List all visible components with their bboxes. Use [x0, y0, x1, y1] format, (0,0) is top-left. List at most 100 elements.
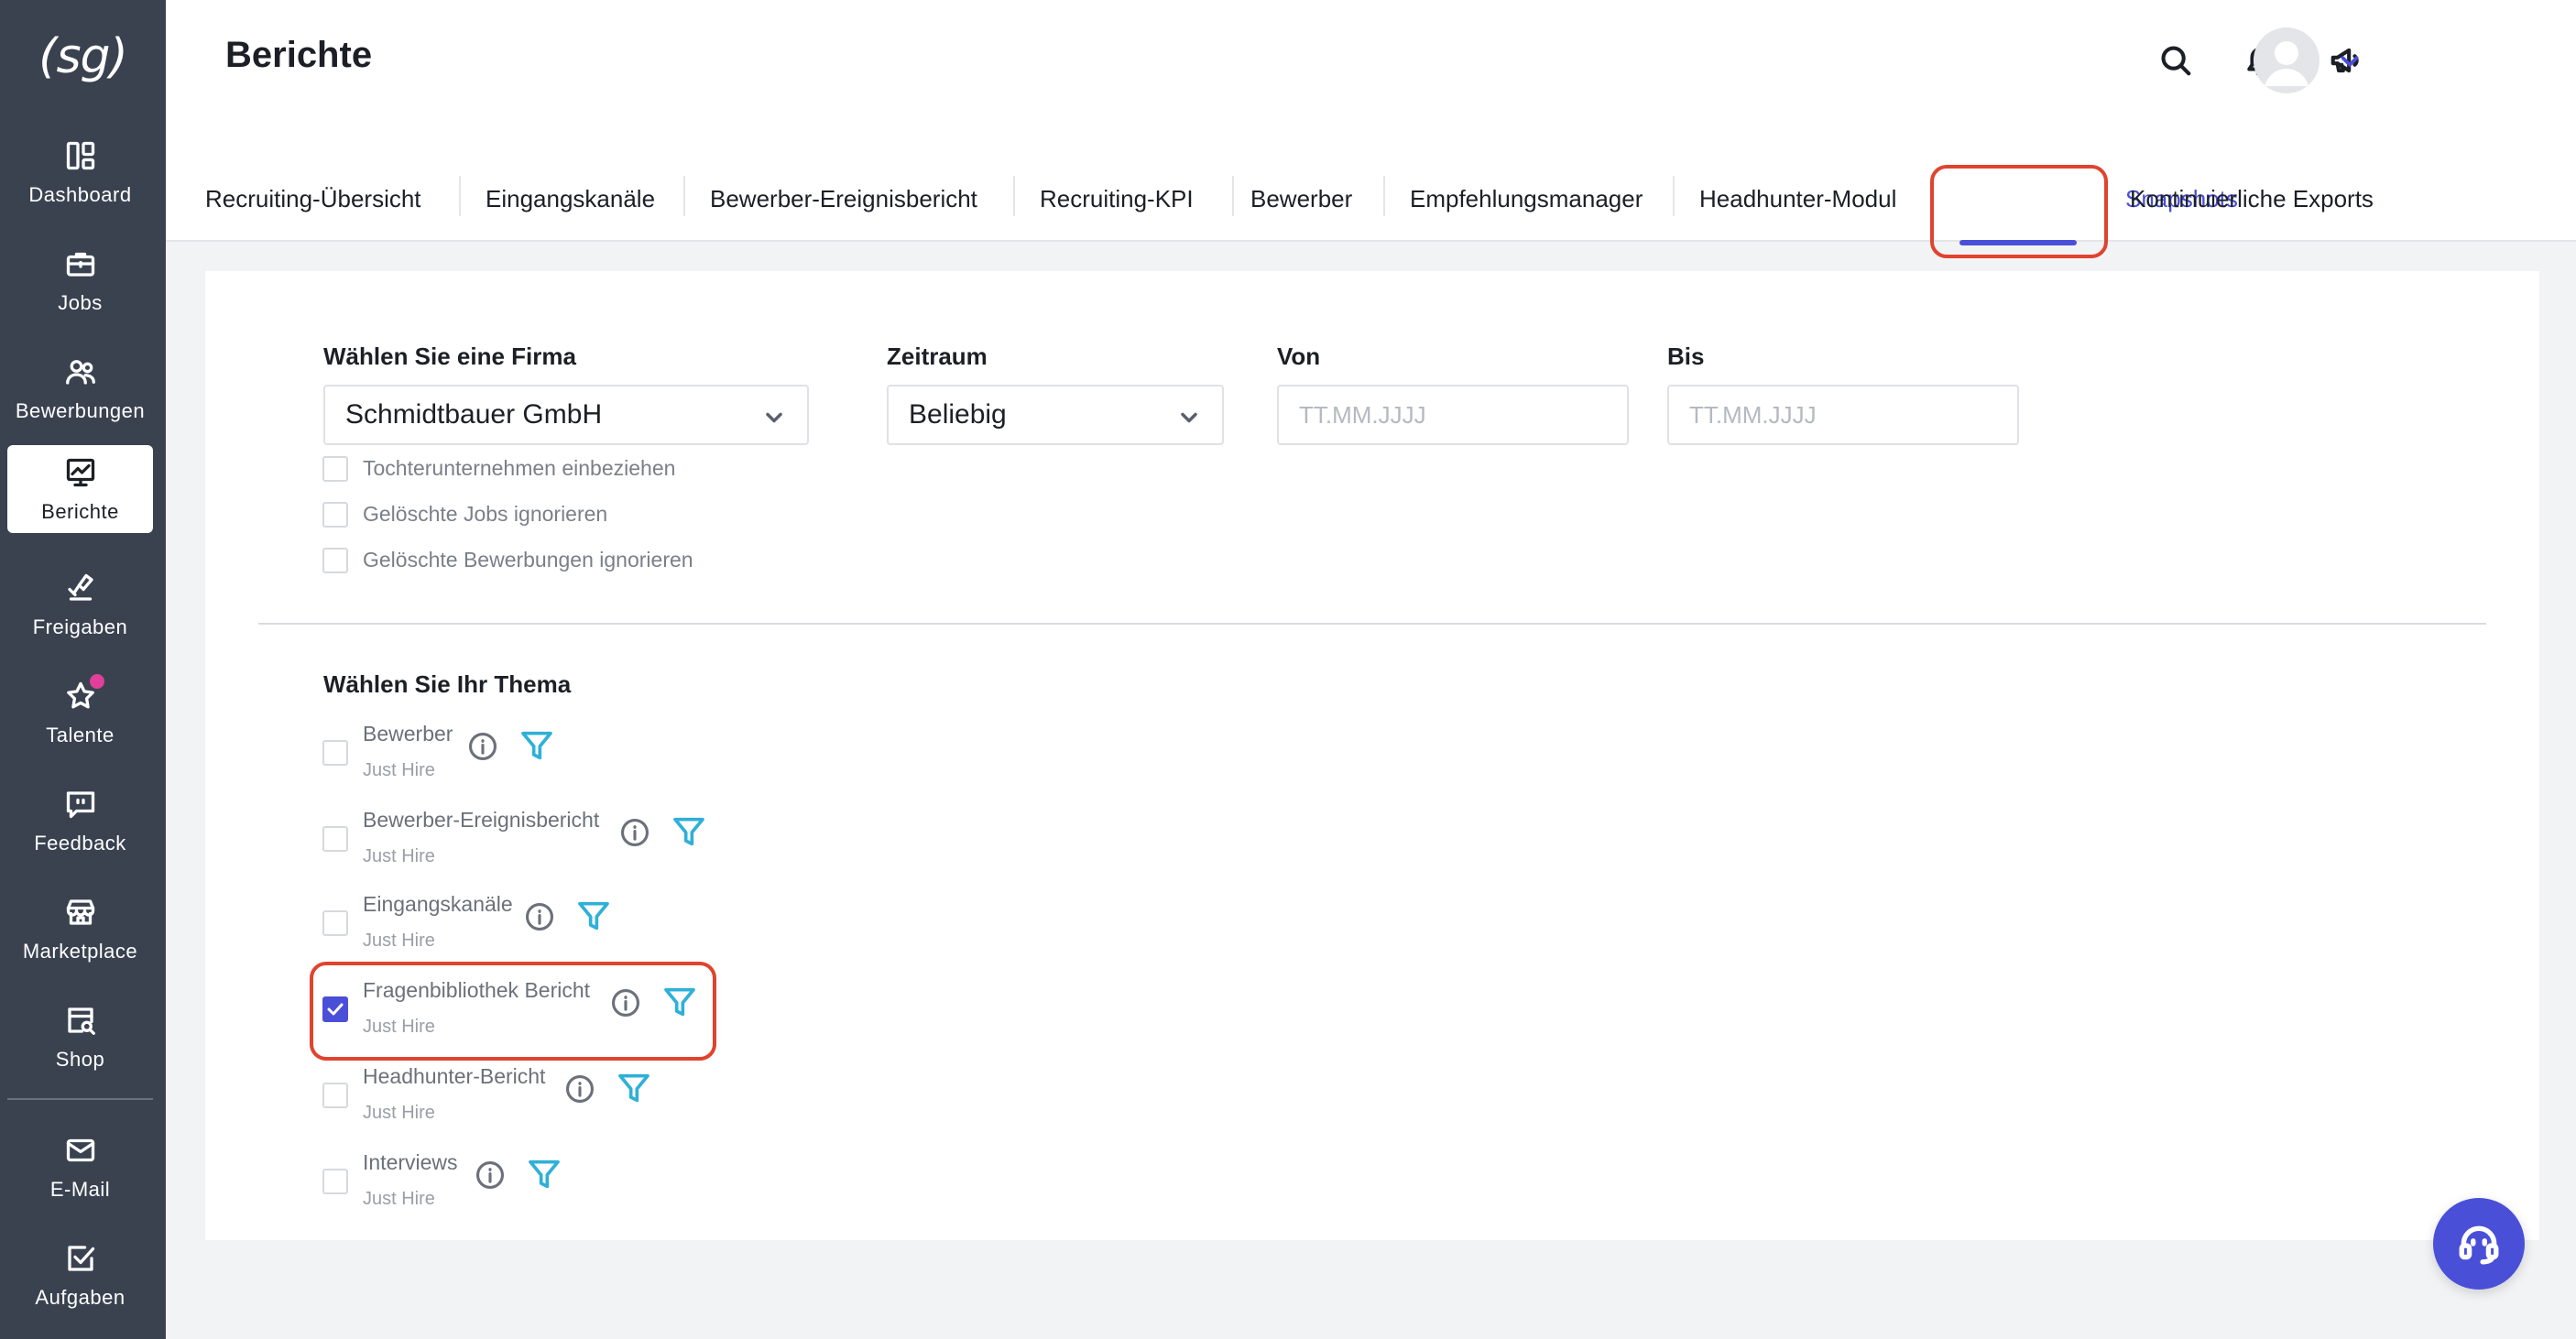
topic-checkbox-eingangskanaele[interactable]: [322, 910, 348, 936]
sidebar-item-email[interactable]: E-Mail: [7, 1123, 153, 1211]
topic-checkbox-bewerber-ereignisbericht[interactable]: [322, 826, 348, 852]
sidebar-item-bewerbungen[interactable]: Bewerbungen: [7, 344, 153, 432]
report-tabs: Recruiting-Übersicht Eingangskanäle Bewe…: [166, 126, 2576, 245]
topic-title: Bewerber-Ereignisbericht: [363, 808, 600, 832]
topic-subtitle: Just Hire: [363, 846, 435, 866]
include-subsidiaries-checkbox[interactable]: [322, 456, 348, 482]
topic-subtitle: Just Hire: [363, 1103, 435, 1123]
to-date-input[interactable]: [1667, 385, 2019, 445]
filter-icon[interactable]: [671, 813, 707, 850]
company-select-value: Schmidtbauer GmbH: [345, 399, 603, 430]
info-icon[interactable]: [610, 987, 641, 1018]
top-header: Berichte: [166, 0, 2576, 126]
sidebar-item-label: Jobs: [58, 291, 103, 314]
ignore-deleted-applications-checkbox[interactable]: [322, 548, 348, 573]
section-divider: [258, 623, 2486, 625]
star-icon: [62, 674, 104, 714]
chevron-down-icon[interactable]: [2336, 48, 2363, 75]
active-tab-indicator: [1959, 240, 2077, 245]
task-icon: [62, 1240, 99, 1277]
tab-separator: [1383, 176, 1385, 216]
sidebar-item-dashboard[interactable]: Dashboard: [7, 128, 153, 216]
mail-icon: [62, 1132, 99, 1169]
search-icon[interactable]: [2156, 40, 2196, 81]
tab-headhunter-modul[interactable]: Headhunter-Modul: [1699, 185, 1896, 225]
topic-checkbox-fragenbibliothek-bericht[interactable]: [322, 996, 348, 1022]
sidebar-item-label: Freigaben: [32, 615, 128, 638]
tab-separator: [459, 176, 461, 216]
shop-icon: [62, 1002, 99, 1039]
sidebar-item-label: Shop: [55, 1048, 105, 1071]
filter-icon[interactable]: [575, 898, 612, 934]
snapshot-panel: Wählen Sie eine Firma Schmidtbauer GmbH …: [205, 271, 2539, 1240]
logo[interactable]: (sg): [0, 20, 166, 93]
chevron-down-icon: [761, 405, 787, 430]
users-icon: [62, 354, 99, 390]
sidebar-item-label: Marketplace: [22, 940, 138, 963]
chevron-down-icon: [1176, 405, 1202, 430]
topic-subtitle: Just Hire: [363, 1189, 435, 1209]
tab-empfehlungsmanager[interactable]: Empfehlungsmanager: [1410, 185, 1643, 225]
check-icon: [327, 1003, 344, 1016]
ignore-deleted-applications-label: Gelöschte Bewerbungen ignorieren: [363, 548, 693, 572]
info-icon[interactable]: [619, 817, 650, 848]
topic-title: Eingangskanäle: [363, 892, 513, 916]
period-select[interactable]: Beliebig: [887, 385, 1224, 445]
filter-icon[interactable]: [616, 1070, 652, 1106]
sidebar-item-label: Feedback: [34, 832, 126, 855]
tab-separator: [1673, 176, 1675, 216]
tab-kontinuierliche-exports[interactable]: Kontinuierliche Exports: [2130, 185, 2374, 225]
sidebar-item-label: Dashboard: [28, 183, 132, 206]
sidebar-divider: [7, 1098, 153, 1100]
topic-subtitle: Just Hire: [363, 760, 435, 780]
support-chat-button[interactable]: [2433, 1198, 2525, 1290]
tab-recruiting-kpi[interactable]: Recruiting-KPI: [1040, 185, 1194, 225]
tab-bewerber-ereignisbericht[interactable]: Bewerber-Ereignisbericht: [710, 185, 977, 225]
info-icon[interactable]: [564, 1073, 595, 1105]
topic-title: Bewerber: [363, 722, 453, 746]
sidebar-item-freigaben[interactable]: Freigaben: [7, 561, 153, 648]
tab-eingangskanaele[interactable]: Eingangskanäle: [486, 185, 655, 225]
topic-checkbox-headhunter-bericht[interactable]: [322, 1083, 348, 1108]
topic-subtitle: Just Hire: [363, 1017, 435, 1037]
sidebar-item-label: Bewerbungen: [15, 399, 146, 422]
sidebar-item-feedback[interactable]: Feedback: [7, 777, 153, 865]
dashboard-icon: [62, 137, 99, 174]
topic-checkbox-bewerber[interactable]: [322, 740, 348, 766]
filter-icon[interactable]: [526, 1156, 562, 1192]
from-label: Von: [1277, 343, 1321, 370]
headset-icon: [2459, 1225, 2499, 1265]
sidebar-item-label: E-Mail: [49, 1178, 111, 1201]
company-label: Wählen Sie eine Firma: [323, 343, 576, 370]
filter-icon[interactable]: [518, 727, 555, 764]
period-label: Zeitraum: [887, 343, 988, 370]
info-icon[interactable]: [467, 731, 498, 762]
avatar[interactable]: [2254, 27, 2319, 93]
tab-bewerber[interactable]: Bewerber: [1250, 185, 1352, 225]
sidebar-item-shop[interactable]: Shop: [7, 993, 153, 1081]
briefcase-icon: [62, 245, 99, 282]
ignore-deleted-jobs-checkbox[interactable]: [322, 502, 348, 528]
info-icon[interactable]: [524, 901, 555, 932]
topic-subtitle: Just Hire: [363, 931, 435, 951]
sidebar-item-marketplace[interactable]: Marketplace: [7, 885, 153, 973]
company-select[interactable]: Schmidtbauer GmbH: [323, 385, 809, 445]
approval-icon: [62, 570, 99, 606]
sidebar-item-berichte[interactable]: Berichte: [7, 445, 153, 533]
sidebar-item-talente[interactable]: Talente: [7, 669, 153, 757]
sidebar-item-label: Berichte: [41, 500, 119, 523]
chart-icon: [62, 454, 99, 491]
topic-checkbox-interviews[interactable]: [322, 1169, 348, 1194]
tab-recruiting-uebersicht[interactable]: Recruiting-Übersicht: [205, 185, 421, 225]
sidebar: (sg) Dashboard Jobs Bewerbungen Berichte…: [0, 0, 166, 1339]
page-title: Berichte: [225, 35, 373, 75]
tab-separator: [683, 176, 685, 216]
sidebar-item-aufgaben[interactable]: Aufgaben: [7, 1231, 153, 1319]
info-icon[interactable]: [475, 1159, 506, 1191]
topic-heading: Wählen Sie Ihr Thema: [323, 670, 572, 698]
sidebar-item-jobs[interactable]: Jobs: [7, 236, 153, 324]
notification-badge: [89, 674, 104, 689]
filter-icon[interactable]: [661, 984, 698, 1020]
sidebar-item-label: Talente: [46, 724, 115, 746]
from-date-input[interactable]: [1277, 385, 1629, 445]
